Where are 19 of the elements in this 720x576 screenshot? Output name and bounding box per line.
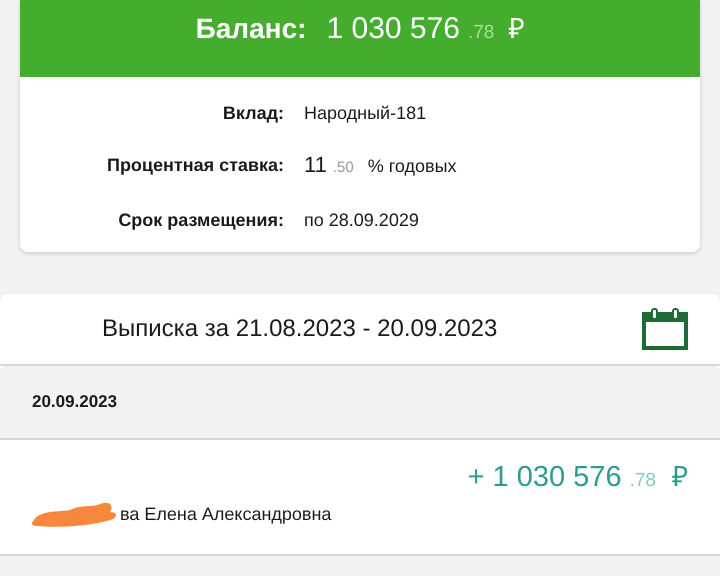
transaction-kopecks: .78 (630, 470, 656, 492)
rate-unit: % годовых (368, 155, 457, 178)
rate-fraction: .50 (332, 158, 354, 178)
group-date: 20.09.2023 (32, 392, 118, 412)
balance-amount: 1 030 576 (326, 12, 460, 46)
rate-value: 11 (304, 153, 327, 177)
currency-sign: ₽ (508, 12, 524, 46)
payer-name: ва Елена Александровна (120, 504, 332, 524)
calendar-icon[interactable] (642, 308, 688, 350)
detail-label: Срок размещения: (117, 209, 284, 232)
detail-value: Народный-181 (304, 102, 426, 125)
transaction-amount: + 1 030 576 (468, 461, 622, 494)
detail-value: по 28.09.2029 (304, 209, 419, 232)
balance-label: Баланс: (196, 13, 306, 45)
statement-title: Выписка за 21.08.2023 - 20.09.2023 (102, 315, 498, 343)
detail-label: Процентная ставка: (106, 154, 284, 177)
balance-kopecks: .78 (468, 22, 494, 44)
detail-label: Вклад: (222, 102, 284, 125)
currency-sign: ₽ (672, 460, 688, 494)
